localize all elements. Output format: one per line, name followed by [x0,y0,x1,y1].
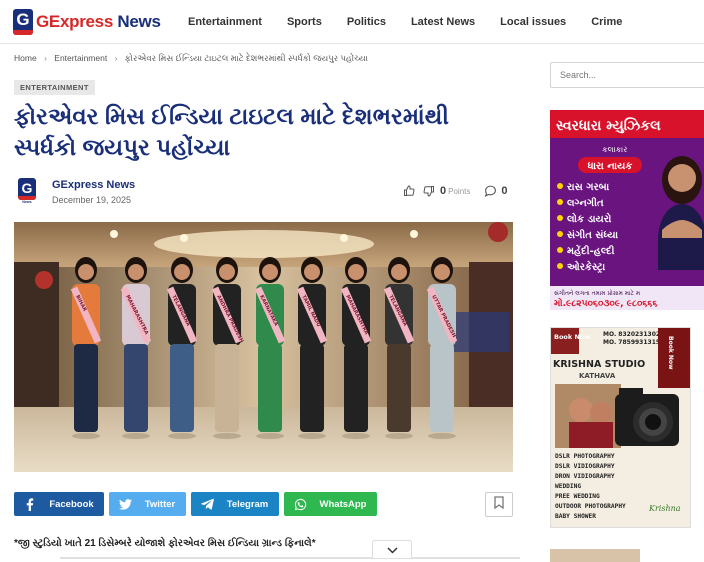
comment-icon[interactable] [484,185,497,197]
ad2-service-item: DSLR VIDIOGRAPHY [555,463,615,470]
comments-count[interactable]: 0 [501,185,507,197]
contestant-figure [70,257,102,439]
breadcrumb: Home › Entertainment › ફોરએવર મિસ ઈન્ડિય… [14,53,368,64]
nav-item-local-issues[interactable]: Local issues [500,16,566,28]
category-badge[interactable]: ENTERTAINMENT [14,80,95,95]
ad1-bullet-icon [557,183,563,189]
contestant-figure [254,257,286,439]
ad2-service-item: OUTDOOR PHOTOGRAPHY [555,503,626,510]
author-name[interactable]: GExpress News [52,179,135,191]
ad-krishna-studio[interactable]: Book Now MO. 8320231302 MO. 7859931315 K… [550,327,691,528]
author-avatar[interactable]: G News [16,178,38,206]
logo-wordmark: GExpress News [36,12,161,31]
contestant-figure [211,257,243,439]
contestant-figure [426,257,458,439]
ad1-subtitle: કલાકાર [602,145,627,154]
breadcrumb-category[interactable]: Entertainment [54,53,107,63]
ad1-service-item: લોક ડાયરો [567,211,612,225]
nav-item-sports[interactable]: Sports [287,16,322,28]
chevron-down-icon [386,541,398,559]
ad-swaradhara-musical[interactable]: સ્વરધારા મ્યુઝિકલ કલાકાર ધારા નાયક રાસ ગ… [550,110,704,310]
telegram-icon [200,497,214,511]
ad2-logo: Krishna [648,504,681,513]
points-label: Points [448,186,471,196]
nav-item-latest-news[interactable]: Latest News [411,16,475,28]
share-bar: Facebook Twitter Telegram WhatsApp [14,492,382,516]
ad1-title: સ્વરધારા મ્યુઝિકલ [556,117,661,134]
ad2-service-item: PREE WEDDING [555,493,600,500]
expand-toggle[interactable] [372,540,412,558]
breadcrumb-home[interactable]: Home [14,53,37,63]
ad1-service-item: સંગીત સંધ્યા [567,228,619,241]
ad2-phone-2: MO. 7859931315 [603,339,660,346]
site-header: G GExpress News Entertainment Sports Polit… [0,0,704,44]
logo-mark: G [13,9,33,35]
ad1-bullet-icon [557,231,563,237]
ad1-bullet-icon [557,263,563,269]
points-count: 0 [440,185,447,197]
contestant-figure [120,257,152,439]
nav-item-crime[interactable]: Crime [591,16,622,28]
ad2-location: KATHAVA [579,372,616,380]
share-twitter-button[interactable]: Twitter [109,492,186,516]
share-facebook-button[interactable]: Facebook [14,492,104,516]
reactions-bar: 0 Points 0 [403,185,507,197]
thumbs-down-icon[interactable] [423,185,435,197]
contestant-figure [166,257,198,439]
search-input[interactable] [550,62,704,88]
featured-image[interactable]: BIHAR MAHARASHTRA TELANGANA ANDHRA PRADESH K… [14,222,513,472]
ad2-studio: KRISHNA STUDIO [553,359,645,370]
chevron-right-icon: › [44,53,47,63]
ad2-service-item: WEDDING [555,483,581,490]
ad1-service-item: લગ્નગીત [567,196,604,209]
post-date: December 19, 2025 [52,195,132,205]
ad1-service-item: રાસ ગરબા [567,182,610,193]
article-subheading: *જી સ્ટુડિયો ખાતે 21 ડિસેમ્બરે યોજાશે ફો… [14,538,316,549]
share-telegram-button[interactable]: Telegram [191,492,279,516]
facebook-icon [23,497,37,511]
twitter-icon [118,497,132,511]
chevron-right-icon: › [114,53,118,63]
bookmark-button[interactable] [485,492,513,517]
contestant-figure [340,257,372,439]
main-nav: Entertainment Sports Politics Latest News Lo… [188,0,647,44]
nav-item-politics[interactable]: Politics [347,16,386,28]
breadcrumb-current: ફોરએવર મિસ ઈન્ડિયા ટાઇટલ માટે દેશભરમાંથી… [124,53,368,63]
share-whatsapp-button[interactable]: WhatsApp [284,492,377,516]
featured-photo: BIHAR MAHARASHTRA TELANGANA ANDHRA PRADESH K… [14,222,513,472]
nav-item-entertainment[interactable]: Entertainment [188,16,262,28]
ad2-service-item: BABY SHOWER [555,513,596,520]
ad2-service-item: DSLR PHOTOGRAPHY [555,453,615,460]
sticky-bar-edge [60,557,520,559]
site-logo[interactable]: G GExpress News [13,9,161,35]
contestant-figure [296,257,328,439]
bookmark-icon [494,495,504,514]
thumbs-up-icon[interactable] [403,185,415,197]
ad2-service-item: DRON VIDIOGRAPHY [555,473,615,480]
ad-partial-bottom[interactable] [550,549,640,562]
whatsapp-icon [293,497,307,511]
ad-swaradhara-graphic: સ્વરધારા મ્યુઝિકલ કલાકાર ધારા નાયક રાસ ગ… [550,110,704,310]
ad2-book-now-vertical: Book Now [667,336,674,370]
article-title: ફોરએવર મિસ ઈન્ડિયા ટાઇટલ માટે દેશભરમાંથી… [14,103,449,160]
ad1-artist: ધારા નાયક [588,161,633,172]
ad-krishna-graphic: Book Now MO. 8320231302 MO. 7859931315 K… [551,328,690,527]
ad2-phone-1: MO. 8320231302 [603,331,660,338]
contestant-figure [383,257,415,439]
ad1-bullet-icon [557,199,563,205]
ad1-note: સંગીતને લગતા તમામ પ્રોગ્રામ માટે મ [554,289,640,297]
ad1-bullet-icon [557,247,563,253]
ad1-bullet-icon [557,215,563,221]
ad2-book-now: Book Now [554,333,590,341]
